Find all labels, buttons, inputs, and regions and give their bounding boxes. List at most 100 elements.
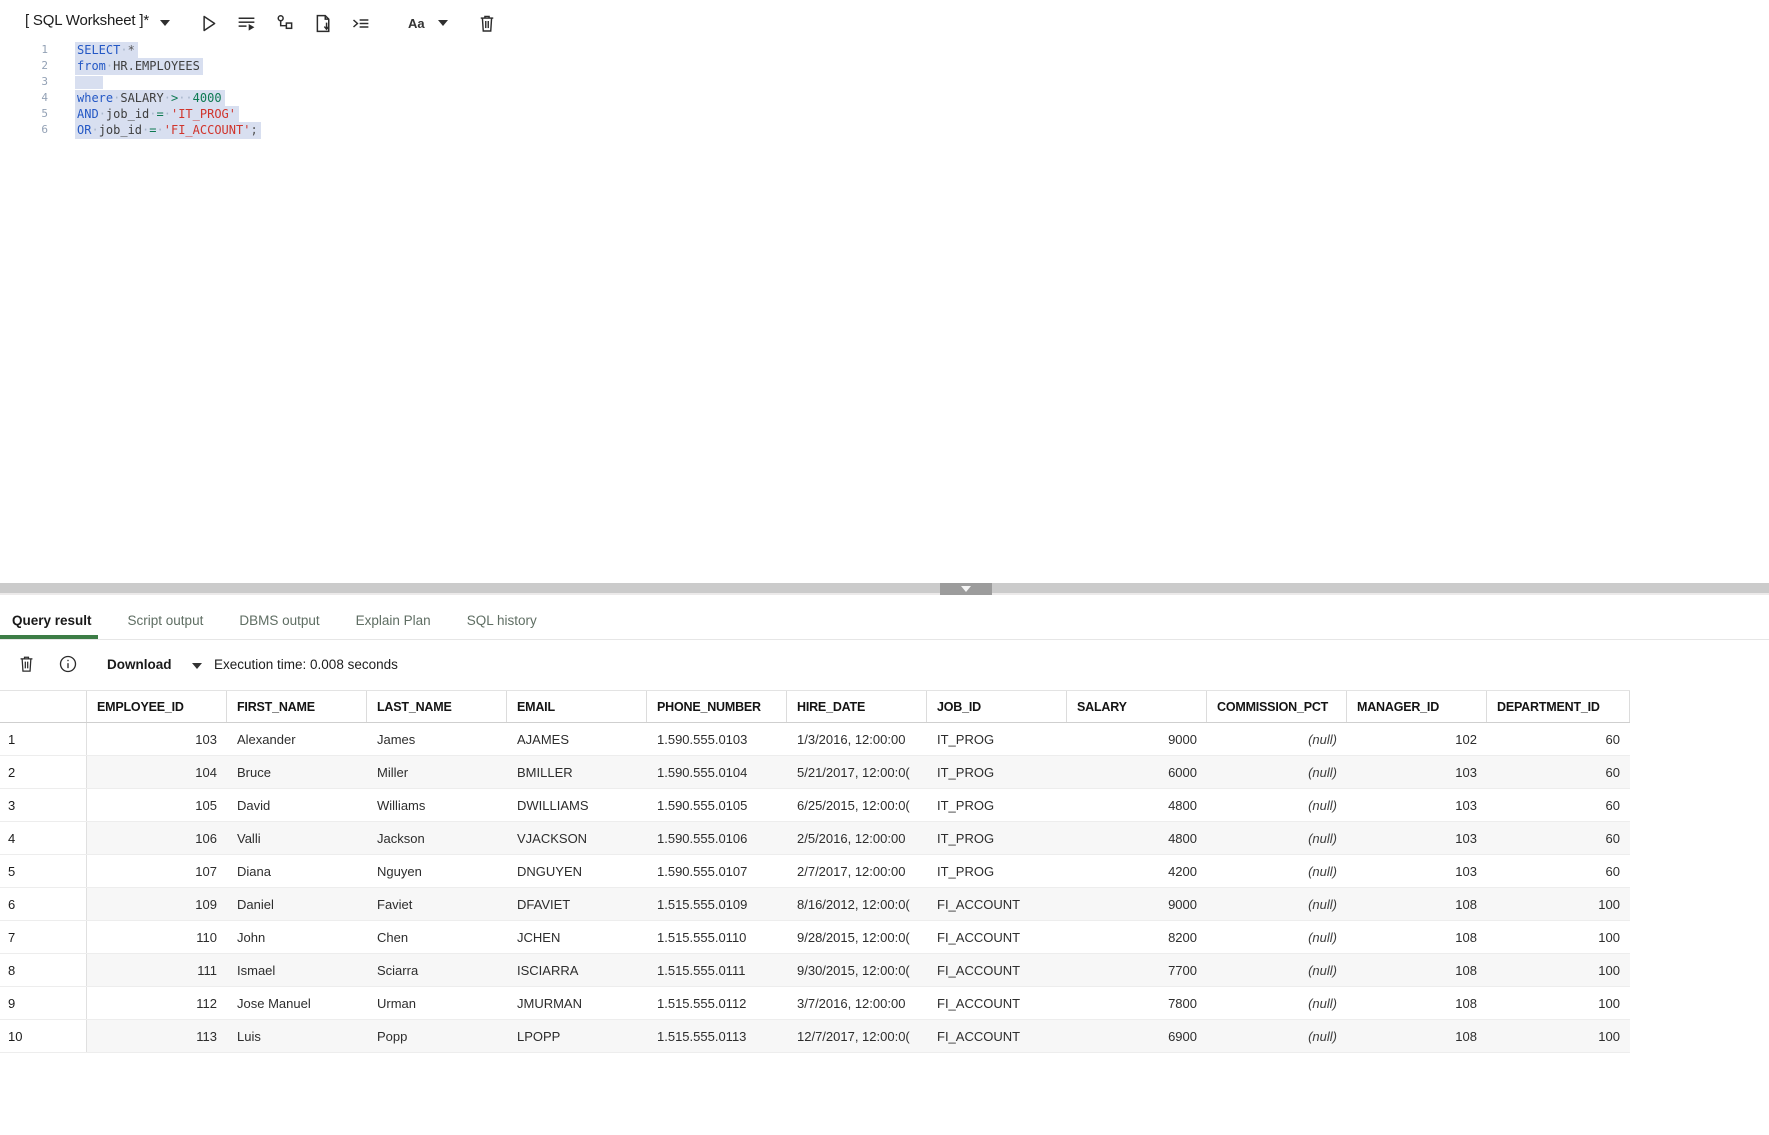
cell-employee_id[interactable]: 112 — [87, 987, 227, 1019]
cell-commission_pct[interactable]: (null) — [1207, 723, 1347, 755]
cell-last_name[interactable]: Williams — [367, 789, 507, 821]
cell-phone_number[interactable]: 1.515.555.0109 — [647, 888, 787, 920]
row-number-cell[interactable]: 2 — [0, 756, 87, 788]
row-number-cell[interactable]: 10 — [0, 1020, 87, 1052]
code-line[interactable]: where·SALARY·>··4000 — [75, 90, 225, 107]
cell-phone_number[interactable]: 1.590.555.0103 — [647, 723, 787, 755]
cell-last_name[interactable]: Urman — [367, 987, 507, 1019]
cell-commission_pct[interactable]: (null) — [1207, 1020, 1347, 1052]
cell-email[interactable]: AJAMES — [507, 723, 647, 755]
cell-hire_date[interactable]: 12/7/2017, 12:00:0( — [787, 1020, 927, 1052]
column-header-department_id[interactable]: DEPARTMENT_ID — [1487, 691, 1630, 722]
cell-first_name[interactable]: Diana — [227, 855, 367, 887]
cell-last_name[interactable]: Popp — [367, 1020, 507, 1052]
row-number-cell[interactable]: 3 — [0, 789, 87, 821]
cell-hire_date[interactable]: 8/16/2012, 12:00:0( — [787, 888, 927, 920]
cell-job_id[interactable]: IT_PROG — [927, 723, 1067, 755]
cell-hire_date[interactable]: 9/30/2015, 12:00:0( — [787, 954, 927, 986]
column-header-salary[interactable]: SALARY — [1067, 691, 1207, 722]
cell-employee_id[interactable]: 105 — [87, 789, 227, 821]
explain-plan-button[interactable] — [273, 11, 297, 35]
grid-corner-cell[interactable] — [0, 691, 87, 722]
column-header-commission_pct[interactable]: COMMISSION_PCT — [1207, 691, 1347, 722]
cell-last_name[interactable]: Nguyen — [367, 855, 507, 887]
cell-email[interactable]: DFAVIET — [507, 888, 647, 920]
cell-commission_pct[interactable]: (null) — [1207, 921, 1347, 953]
cell-employee_id[interactable]: 113 — [87, 1020, 227, 1052]
cell-first_name[interactable]: Daniel — [227, 888, 367, 920]
cell-email[interactable]: BMILLER — [507, 756, 647, 788]
cell-email[interactable]: JCHEN — [507, 921, 647, 953]
cell-email[interactable]: ISCIARRA — [507, 954, 647, 986]
cell-commission_pct[interactable]: (null) — [1207, 954, 1347, 986]
cell-salary[interactable]: 7800 — [1067, 987, 1207, 1019]
cell-hire_date[interactable]: 6/25/2015, 12:00:0( — [787, 789, 927, 821]
cell-manager_id[interactable]: 103 — [1347, 855, 1487, 887]
cell-department_id[interactable]: 60 — [1487, 756, 1630, 788]
cell-manager_id[interactable]: 108 — [1347, 987, 1487, 1019]
autotrace-button[interactable] — [311, 11, 335, 35]
cell-first_name[interactable]: Valli — [227, 822, 367, 854]
cell-phone_number[interactable]: 1.515.555.0111 — [647, 954, 787, 986]
cell-salary[interactable]: 8200 — [1067, 921, 1207, 953]
cell-department_id[interactable]: 100 — [1487, 954, 1630, 986]
row-number-cell[interactable]: 1 — [0, 723, 87, 755]
cell-employee_id[interactable]: 109 — [87, 888, 227, 920]
cell-job_id[interactable]: IT_PROG — [927, 822, 1067, 854]
cell-hire_date[interactable]: 9/28/2015, 12:00:0( — [787, 921, 927, 953]
cell-first_name[interactable]: Jose Manuel — [227, 987, 367, 1019]
cell-manager_id[interactable]: 102 — [1347, 723, 1487, 755]
cell-employee_id[interactable]: 107 — [87, 855, 227, 887]
cell-department_id[interactable]: 60 — [1487, 855, 1630, 887]
worksheet-title[interactable]: [ SQL Worksheet ]* — [25, 12, 149, 29]
cell-email[interactable]: VJACKSON — [507, 822, 647, 854]
code-line[interactable]: AND·job_id·=·'IT_PROG' — [75, 106, 240, 123]
cell-manager_id[interactable]: 108 — [1347, 1020, 1487, 1052]
cell-commission_pct[interactable]: (null) — [1207, 855, 1347, 887]
run-statement-button[interactable] — [196, 11, 220, 35]
cell-job_id[interactable]: FI_ACCOUNT — [927, 921, 1067, 953]
cell-commission_pct[interactable]: (null) — [1207, 987, 1347, 1019]
cell-employee_id[interactable]: 106 — [87, 822, 227, 854]
cell-employee_id[interactable]: 110 — [87, 921, 227, 953]
worksheet-dropdown-caret-icon[interactable] — [160, 20, 170, 26]
code-line[interactable]: OR·job_id·=·'FI_ACCOUNT'; — [75, 122, 261, 139]
cell-department_id[interactable]: 100 — [1487, 987, 1630, 1019]
format-button[interactable] — [348, 11, 372, 35]
cell-employee_id[interactable]: 104 — [87, 756, 227, 788]
column-header-employee_id[interactable]: EMPLOYEE_ID — [87, 691, 227, 722]
clear-worksheet-button[interactable] — [475, 11, 499, 35]
cell-salary[interactable]: 4200 — [1067, 855, 1207, 887]
cell-job_id[interactable]: FI_ACCOUNT — [927, 888, 1067, 920]
cell-department_id[interactable]: 100 — [1487, 888, 1630, 920]
code-line[interactable]: from·HR.EMPLOYEES — [75, 58, 203, 75]
cell-manager_id[interactable]: 108 — [1347, 954, 1487, 986]
row-number-cell[interactable]: 6 — [0, 888, 87, 920]
cell-first_name[interactable]: Luis — [227, 1020, 367, 1052]
cell-manager_id[interactable]: 108 — [1347, 888, 1487, 920]
run-script-button[interactable] — [234, 11, 258, 35]
cell-hire_date[interactable]: 2/7/2017, 12:00:00 — [787, 855, 927, 887]
column-header-first_name[interactable]: FIRST_NAME — [227, 691, 367, 722]
cell-email[interactable]: DNGUYEN — [507, 855, 647, 887]
cell-commission_pct[interactable]: (null) — [1207, 822, 1347, 854]
cell-last_name[interactable]: Faviet — [367, 888, 507, 920]
cell-phone_number[interactable]: 1.590.555.0107 — [647, 855, 787, 887]
cell-last_name[interactable]: Sciarra — [367, 954, 507, 986]
tab-sql-history[interactable]: SQL history — [461, 603, 543, 639]
cell-salary[interactable]: 4800 — [1067, 789, 1207, 821]
row-number-cell[interactable]: 5 — [0, 855, 87, 887]
result-info-button[interactable] — [56, 652, 80, 676]
row-number-cell[interactable]: 8 — [0, 954, 87, 986]
cell-commission_pct[interactable]: (null) — [1207, 789, 1347, 821]
cell-email[interactable]: DWILLIAMS — [507, 789, 647, 821]
cell-department_id[interactable]: 100 — [1487, 1020, 1630, 1052]
cell-department_id[interactable]: 60 — [1487, 789, 1630, 821]
cell-first_name[interactable]: Alexander — [227, 723, 367, 755]
cell-job_id[interactable]: FI_ACCOUNT — [927, 954, 1067, 986]
row-number-cell[interactable]: 4 — [0, 822, 87, 854]
cell-phone_number[interactable]: 1.515.555.0110 — [647, 921, 787, 953]
cell-department_id[interactable]: 100 — [1487, 921, 1630, 953]
cell-manager_id[interactable]: 103 — [1347, 822, 1487, 854]
cell-employee_id[interactable]: 103 — [87, 723, 227, 755]
